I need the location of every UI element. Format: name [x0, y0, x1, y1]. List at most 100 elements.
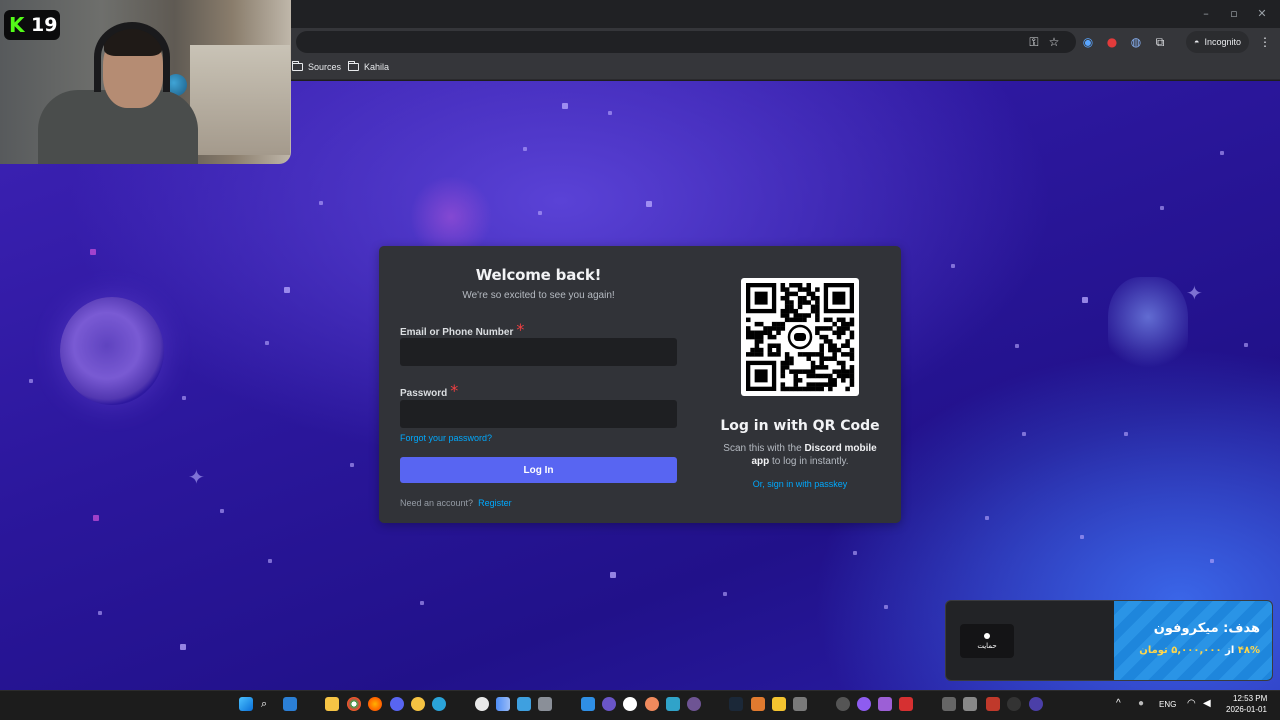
firefox-icon[interactable]	[368, 697, 382, 711]
donation-goal-widget: حمایت هدف: میکروفون ۴۸% از ۵,۰۰۰,۰۰۰ توم…	[945, 600, 1273, 681]
support-label: حمایت	[977, 641, 997, 650]
bookmark-folder-sources[interactable]: Sources	[292, 60, 341, 74]
app-d-icon[interactable]	[836, 697, 850, 711]
register-link[interactable]: Register	[478, 498, 512, 508]
star-decoration	[1015, 344, 1019, 348]
stats-icon[interactable]	[496, 697, 510, 711]
qr-description: Scan this with the Discord mobile app to…	[717, 442, 883, 468]
login-subtitle: We're so excited to see you again!	[462, 290, 615, 301]
star-decoration	[1022, 432, 1026, 436]
clock-date[interactable]: 2026-01-01	[1226, 705, 1267, 714]
extensions-puzzle-icon[interactable]: ⧉	[1151, 33, 1169, 51]
passkey-link[interactable]: Or, sign in with passkey	[713, 479, 887, 489]
widgets-icon[interactable]	[283, 697, 297, 711]
support-button[interactable]: حمایت	[960, 624, 1014, 658]
search-icon[interactable]: ⌕	[261, 697, 275, 711]
minimize-icon[interactable]: –	[1198, 6, 1214, 22]
star-decoration	[646, 201, 652, 207]
app-white-icon[interactable]	[623, 697, 637, 711]
star-decoration	[523, 147, 527, 151]
app-circle-icon[interactable]	[475, 697, 489, 711]
app-play-icon[interactable]	[899, 697, 913, 711]
support-icon	[984, 632, 990, 639]
star-decoration	[608, 111, 612, 115]
headset-icon	[94, 22, 170, 92]
star-decoration	[610, 572, 616, 578]
star-decoration	[1160, 206, 1164, 210]
app-e-icon[interactable]	[857, 697, 871, 711]
forgot-password-link[interactable]: Forgot your password?	[400, 433, 492, 443]
vscode-icon[interactable]	[581, 697, 595, 711]
app-yellow-icon[interactable]	[411, 697, 425, 711]
app-gray-icon[interactable]	[538, 697, 552, 711]
password-label: Password	[400, 388, 448, 399]
star-decoration	[1220, 151, 1224, 155]
password-field[interactable]	[400, 400, 677, 428]
extension-audio-icon[interactable]: ◉	[1079, 33, 1097, 51]
microphone-icon[interactable]: ●	[1138, 698, 1144, 709]
email-label: Email or Phone Number	[400, 327, 514, 338]
chrome-icon[interactable]	[347, 697, 361, 711]
volume-icon[interactable]: ◀	[1203, 698, 1211, 709]
start-icon[interactable]	[239, 697, 253, 711]
close-icon[interactable]: ✕	[1254, 6, 1270, 22]
extension-badge-icon[interactable]: ◍	[1127, 33, 1145, 51]
app-a-icon[interactable]	[751, 697, 765, 711]
app-i-icon[interactable]	[1007, 697, 1021, 711]
potion-decoration	[408, 177, 494, 257]
app-f-icon[interactable]	[942, 697, 956, 711]
sparkle-icon: ✦	[188, 465, 205, 489]
incognito-indicator[interactable]: ◓ Incognito	[1186, 31, 1249, 53]
clock-time[interactable]: 12:53 PM	[1233, 694, 1267, 703]
incognito-label: Incognito	[1204, 37, 1241, 47]
email-field[interactable]	[400, 338, 677, 366]
app-c-icon[interactable]	[793, 697, 807, 711]
star-decoration	[98, 611, 102, 615]
app-r-icon[interactable]	[878, 697, 892, 711]
telegram-icon[interactable]	[432, 697, 446, 711]
star-decoration	[93, 515, 99, 521]
password-label-row: Password *	[400, 381, 458, 400]
browser-menu-icon[interactable]: ⋮	[1256, 33, 1274, 51]
obs-icon[interactable]	[602, 697, 616, 711]
star-decoration	[1124, 432, 1128, 436]
star-decoration	[951, 264, 955, 268]
login-title: Welcome back!	[475, 266, 602, 284]
password-key-icon[interactable]: ⚿	[1025, 33, 1043, 51]
bookmark-star-icon[interactable]: ☆	[1045, 33, 1063, 51]
star-decoration	[265, 341, 269, 345]
qr-desc-prefix: Scan this with the	[723, 443, 802, 454]
wifi-icon[interactable]: ◠	[1187, 698, 1196, 709]
webcam-overlay: K 19	[0, 0, 291, 164]
character-decoration	[1108, 277, 1188, 377]
bookmark-label: Sources	[308, 62, 342, 72]
extension-red-icon[interactable]: ●	[1103, 33, 1121, 51]
goal-amount: ۵,۰۰۰,۰۰۰ تومان	[1139, 645, 1222, 656]
discord-logo-icon	[794, 333, 806, 341]
address-bar[interactable]	[296, 31, 1076, 53]
discord-icon[interactable]	[390, 697, 404, 711]
app-g-icon[interactable]	[963, 697, 977, 711]
language-indicator[interactable]: ENG	[1159, 700, 1176, 709]
app-h-icon[interactable]	[986, 697, 1000, 711]
login-button[interactable]: Log In	[400, 457, 677, 483]
steam-icon[interactable]	[729, 697, 743, 711]
app-teal-icon[interactable]	[666, 697, 680, 711]
goal-progress: ۴۸% از ۵,۰۰۰,۰۰۰ تومان	[1139, 645, 1260, 656]
folder-icon	[348, 61, 359, 71]
viewer-badge: K 19	[4, 10, 60, 40]
star-decoration	[90, 249, 96, 255]
app-j-icon[interactable]	[1029, 697, 1043, 711]
required-mark: *	[516, 320, 525, 339]
app-orange-icon[interactable]	[645, 697, 659, 711]
maximize-icon[interactable]: ▫	[1226, 6, 1242, 22]
bookmark-folder-kahila[interactable]: Kahila	[348, 60, 389, 74]
file-explorer-icon[interactable]	[325, 697, 339, 711]
github-icon[interactable]	[687, 697, 701, 711]
app-blue-icon[interactable]	[517, 697, 531, 711]
star-decoration	[268, 559, 272, 563]
tray-chevron-icon[interactable]: ^	[1116, 698, 1121, 709]
star-decoration	[180, 644, 186, 650]
app-b-icon[interactable]	[772, 697, 786, 711]
star-decoration	[538, 211, 542, 215]
